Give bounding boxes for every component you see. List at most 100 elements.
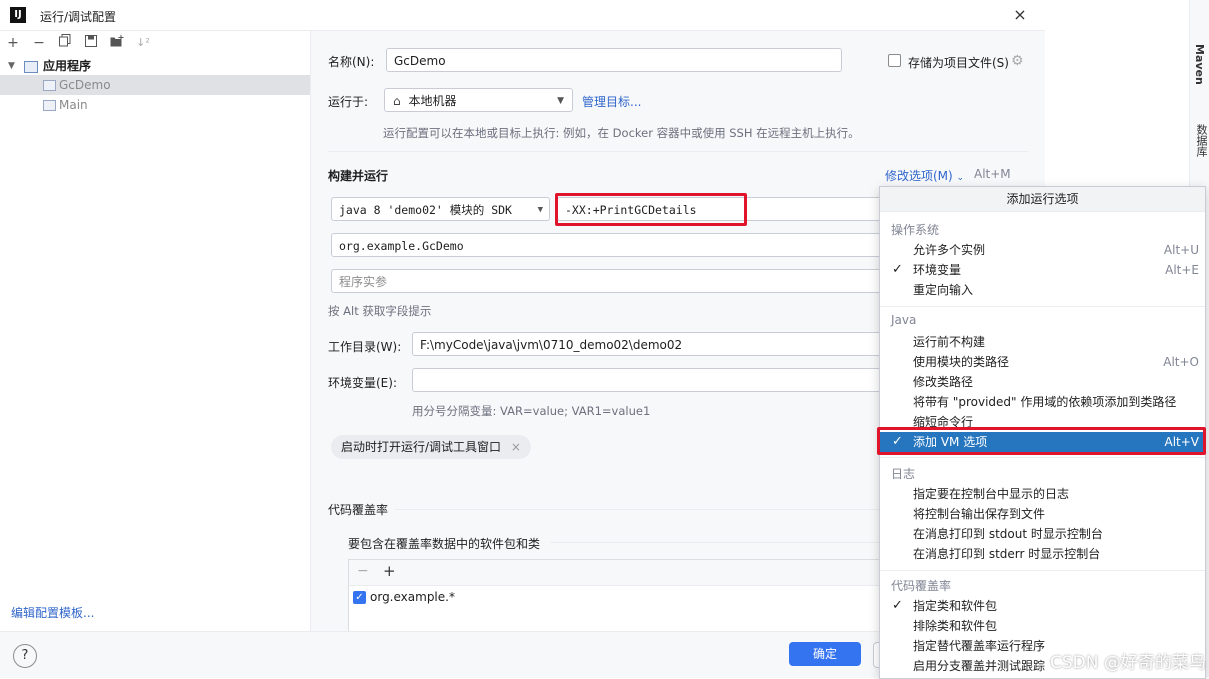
run-on-hint: 运行配置可以在本地或目标上执行: 例如，在 Docker 容器中或使用 SSH …	[383, 126, 860, 140]
coverage-list: − + ✓ org.example.*	[348, 559, 895, 633]
program-args-field[interactable]: 程序实参	[331, 269, 891, 293]
add-icon[interactable]: +	[4, 34, 22, 52]
application-icon	[43, 100, 56, 111]
remove-icon[interactable]: −	[30, 34, 48, 52]
folder-add-icon[interactable]	[108, 34, 126, 52]
title-bar: IJ 运行/调试配置 ×	[0, 0, 1045, 31]
popup-item-save-output[interactable]: 将控制台输出保存到文件	[880, 504, 1205, 524]
name-field[interactable]: GcDemo	[386, 48, 842, 72]
sort-icon[interactable]: ↓²	[134, 34, 152, 52]
coverage-item-label: org.example.*	[370, 590, 455, 604]
popup-item-redirect-input[interactable]: 重定向输入	[880, 280, 1205, 300]
tree-item-main[interactable]: Main	[0, 95, 310, 115]
application-icon	[24, 61, 38, 73]
intellij-logo-icon: IJ	[10, 7, 26, 23]
coverage-list-toolbar: − +	[349, 560, 894, 586]
popup-item-stderr[interactable]: 在消息打印到 stderr 时显示控制台	[880, 544, 1205, 564]
divider	[395, 509, 895, 510]
item-label: 将控制台输出保存到文件	[913, 507, 1046, 521]
popup-item-module-classpath[interactable]: 使用模块的类路径 Alt+O	[880, 352, 1205, 372]
home-icon: ⌂	[393, 94, 401, 108]
divider	[328, 151, 1028, 152]
checkmark-icon: ✓	[892, 262, 903, 277]
chevron-down-icon: ▼	[557, 96, 564, 106]
workdir-field[interactable]: F:\myCode\java\jvm\0710_demo02\demo02	[412, 332, 891, 356]
item-label: 排除类和软件包	[913, 619, 998, 633]
help-button[interactable]: ?	[13, 644, 37, 668]
ok-button[interactable]: 确定	[789, 642, 861, 666]
tree-toolbar: + − ↓²	[0, 31, 310, 55]
item-label: 重定向输入	[913, 283, 974, 297]
item-label: 指定要在控制台中显示的日志	[913, 487, 1070, 501]
modify-options-shortcut: Alt+M	[974, 167, 1011, 181]
tree-item-label: GcDemo	[59, 78, 111, 92]
chevron-down-icon[interactable]: ▼	[8, 56, 15, 76]
popup-item-specify-classes[interactable]: ✓ 指定类和软件包	[880, 596, 1205, 616]
manage-targets-link[interactable]: 管理目标...	[582, 93, 641, 110]
tree-group-label: 应用程序	[43, 59, 92, 73]
item-label: 修改类路径	[913, 375, 974, 389]
config-tree-panel	[0, 31, 311, 631]
popup-group-os: 操作系统	[891, 223, 940, 237]
store-as-project-checkbox[interactable]	[888, 54, 901, 67]
edit-templates-link[interactable]: 编辑配置模板...	[11, 604, 94, 621]
open-tool-window-chip[interactable]: 启动时打开运行/调试工具窗口 ×	[331, 435, 531, 459]
item-label: 在消息打印到 stdout 时显示控制台	[913, 527, 1103, 541]
highlight-box-add-vm-options	[877, 427, 1206, 455]
gear-icon[interactable]: ⚙	[1011, 53, 1024, 69]
close-icon[interactable]: ×	[511, 440, 521, 454]
popup-item-exclude-classes[interactable]: 排除类和软件包	[880, 616, 1205, 636]
maven-tool-button[interactable]: Maven	[1193, 44, 1206, 85]
add-icon[interactable]: +	[383, 562, 396, 580]
item-shortcut: Alt+O	[1163, 355, 1199, 369]
alt-hint: 按 Alt 获取字段提示	[328, 304, 432, 318]
application-icon	[43, 80, 56, 91]
highlight-box-vm-options	[555, 193, 747, 226]
popup-item-provided-scope[interactable]: 将带有 "provided" 作用域的依赖项添加到类路径	[880, 392, 1205, 412]
divider	[880, 570, 1205, 571]
item-label: 指定类和软件包	[913, 599, 998, 613]
sdk-select[interactable]: java 8 'demo02' 模块的 SDK ▼	[331, 197, 550, 221]
popup-item-modify-classpath[interactable]: 修改类路径	[880, 372, 1205, 392]
close-button[interactable]: ×	[1008, 4, 1032, 26]
run-on-select[interactable]: ⌂ 本地机器 ▼	[384, 88, 573, 112]
popup-item-env-vars[interactable]: ✓ 环境变量 Alt+E	[880, 260, 1205, 280]
item-label: 使用模块的类路径	[913, 355, 1010, 369]
copy-icon[interactable]	[56, 34, 74, 52]
save-icon[interactable]	[82, 34, 100, 52]
divider	[550, 542, 890, 543]
build-run-header: 构建并运行	[328, 169, 389, 183]
remove-icon[interactable]: −	[357, 563, 369, 579]
popup-group-logs: 日志	[891, 467, 916, 481]
popup-item-stdout[interactable]: 在消息打印到 stdout 时显示控制台	[880, 524, 1205, 544]
modify-options-label: 修改选项(M)	[885, 169, 953, 183]
env-field[interactable]	[412, 368, 891, 392]
divider	[880, 306, 1205, 307]
chevron-down-icon: ▼	[537, 205, 543, 215]
item-label: 指定替代覆盖率运行程序	[913, 639, 1046, 653]
tree-item-label: Main	[59, 98, 88, 112]
run-on-value: 本地机器	[408, 94, 457, 108]
workdir-label: 工作目录(W):	[328, 340, 402, 354]
item-label: 在消息打印到 stderr 时显示控制台	[913, 547, 1101, 561]
divider	[880, 457, 1205, 458]
chip-label: 启动时打开运行/调试工具窗口	[341, 440, 502, 454]
coverage-item-checkbox[interactable]: ✓	[353, 591, 366, 604]
popup-item-logs-console[interactable]: 指定要在控制台中显示的日志	[880, 484, 1205, 504]
popup-item-allow-multiple[interactable]: 允许多个实例 Alt+U	[880, 240, 1205, 260]
item-label: 启用分支覆盖并测试跟踪	[913, 659, 1046, 673]
modify-options-link[interactable]: 修改选项(M) ⌄	[885, 167, 964, 184]
tree-item-gcdemo[interactable]: GcDemo	[0, 75, 310, 95]
dialog-title: 运行/调试配置	[40, 10, 117, 24]
sdk-value: java 8 'demo02' 模块的 SDK	[339, 203, 512, 217]
popup-item-no-build[interactable]: 运行前不构建	[880, 332, 1205, 352]
item-shortcut: Alt+U	[1163, 243, 1199, 257]
coverage-include-label: 要包含在覆盖率数据中的软件包和类	[348, 537, 541, 551]
tree-group-application[interactable]: ▼ 应用程序	[0, 56, 310, 76]
database-tool-button[interactable]: 数据库	[1193, 124, 1209, 157]
item-label: 将带有 "provided" 作用域的依赖项添加到类路径	[913, 395, 1177, 409]
popup-title: 添加运行选项	[880, 187, 1205, 212]
env-label: 环境变量(E):	[328, 376, 397, 390]
main-class-field[interactable]: org.example.GcDemo	[331, 233, 891, 257]
item-label: 运行前不构建	[913, 335, 986, 349]
